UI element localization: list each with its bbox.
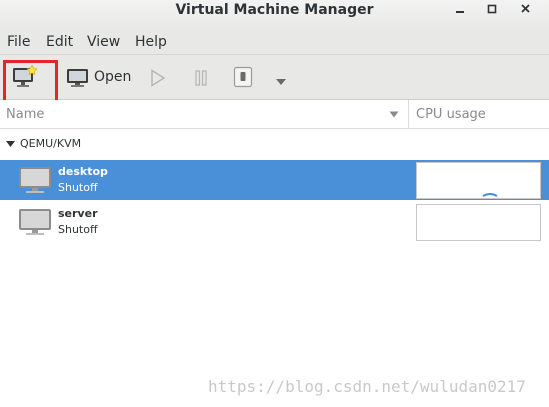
chevron-down-icon — [276, 79, 286, 85]
menu-view[interactable]: View — [87, 34, 120, 51]
vm-name: desktop — [58, 165, 108, 178]
expander-icon[interactable] — [6, 141, 15, 148]
graph-mark-icon — [482, 193, 498, 197]
monitor-icon — [67, 69, 88, 87]
open-button[interactable]: Open — [66, 67, 131, 89]
title-bar: Virtual Machine Manager — [0, 0, 549, 31]
connection-label: QEMU/KVM — [20, 137, 82, 150]
column-separator[interactable] — [408, 100, 409, 129]
play-icon — [151, 69, 166, 87]
vm-row-desktop[interactable]: desktop Shutoff — [0, 160, 549, 200]
column-name[interactable]: Name — [6, 107, 44, 122]
vm-row-server[interactable]: server Shutoff — [0, 202, 549, 242]
close-icon[interactable] — [518, 2, 534, 16]
shutdown-button[interactable] — [233, 66, 253, 92]
cpu-usage-graph — [416, 204, 541, 241]
vm-name: server — [58, 207, 98, 220]
menu-help[interactable]: Help — [135, 34, 167, 51]
vm-monitor-icon — [19, 167, 51, 193]
vm-status: Shutoff — [58, 181, 98, 194]
shutdown-icon — [233, 66, 253, 88]
toolbar: Open — [0, 54, 549, 100]
minimize-icon[interactable] — [452, 2, 468, 16]
menu-bar: File Edit View Help — [0, 31, 549, 54]
watermark-text: https://blog.csdn.net/wuludan0217 — [208, 377, 526, 396]
maximize-icon[interactable] — [484, 2, 500, 16]
open-button-label: Open — [94, 69, 132, 85]
sort-chevron-icon[interactable] — [389, 111, 399, 118]
column-header: Name CPU usage — [0, 100, 549, 129]
connection-row[interactable]: QEMU/KVM — [0, 137, 549, 153]
cpu-usage-graph — [416, 162, 541, 199]
pause-icon — [195, 70, 207, 86]
menu-edit[interactable]: Edit — [46, 34, 73, 51]
menu-file[interactable]: File — [7, 34, 30, 51]
vm-monitor-icon — [19, 209, 51, 235]
run-button[interactable] — [150, 69, 166, 91]
pause-button[interactable] — [193, 69, 209, 91]
vm-status: Shutoff — [58, 223, 98, 236]
shutdown-menu-button[interactable] — [275, 74, 287, 90]
column-cpu-usage[interactable]: CPU usage — [416, 107, 486, 122]
